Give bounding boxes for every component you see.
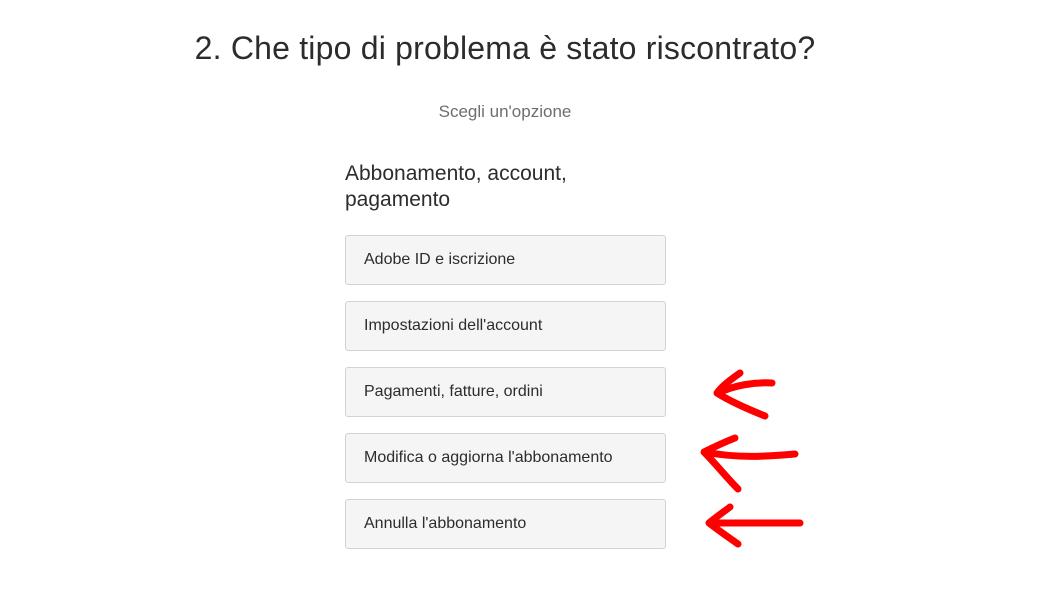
red-arrow-icon	[713, 369, 776, 420]
option-account-settings[interactable]: Impostazioni dell'account	[345, 301, 666, 351]
question-subtitle: Scegli un'opzione	[438, 102, 572, 121]
option-list: Adobe ID e iscrizione Impostazioni dell'…	[345, 235, 666, 565]
red-arrow-icon	[700, 434, 799, 493]
option-payments[interactable]: Pagamenti, fatture, ordini	[345, 367, 666, 417]
option-change-plan[interactable]: Modifica o aggiorna l'abbonamento	[345, 433, 666, 483]
category-heading: Abbonamento, account, pagamento	[345, 162, 567, 211]
option-adobe-id[interactable]: Adobe ID e iscrizione	[345, 235, 666, 285]
red-arrow-icon	[705, 503, 804, 548]
question-title: 2. Che tipo di problema è stato riscontr…	[194, 30, 816, 66]
option-cancel-plan[interactable]: Annulla l'abbonamento	[345, 499, 666, 549]
